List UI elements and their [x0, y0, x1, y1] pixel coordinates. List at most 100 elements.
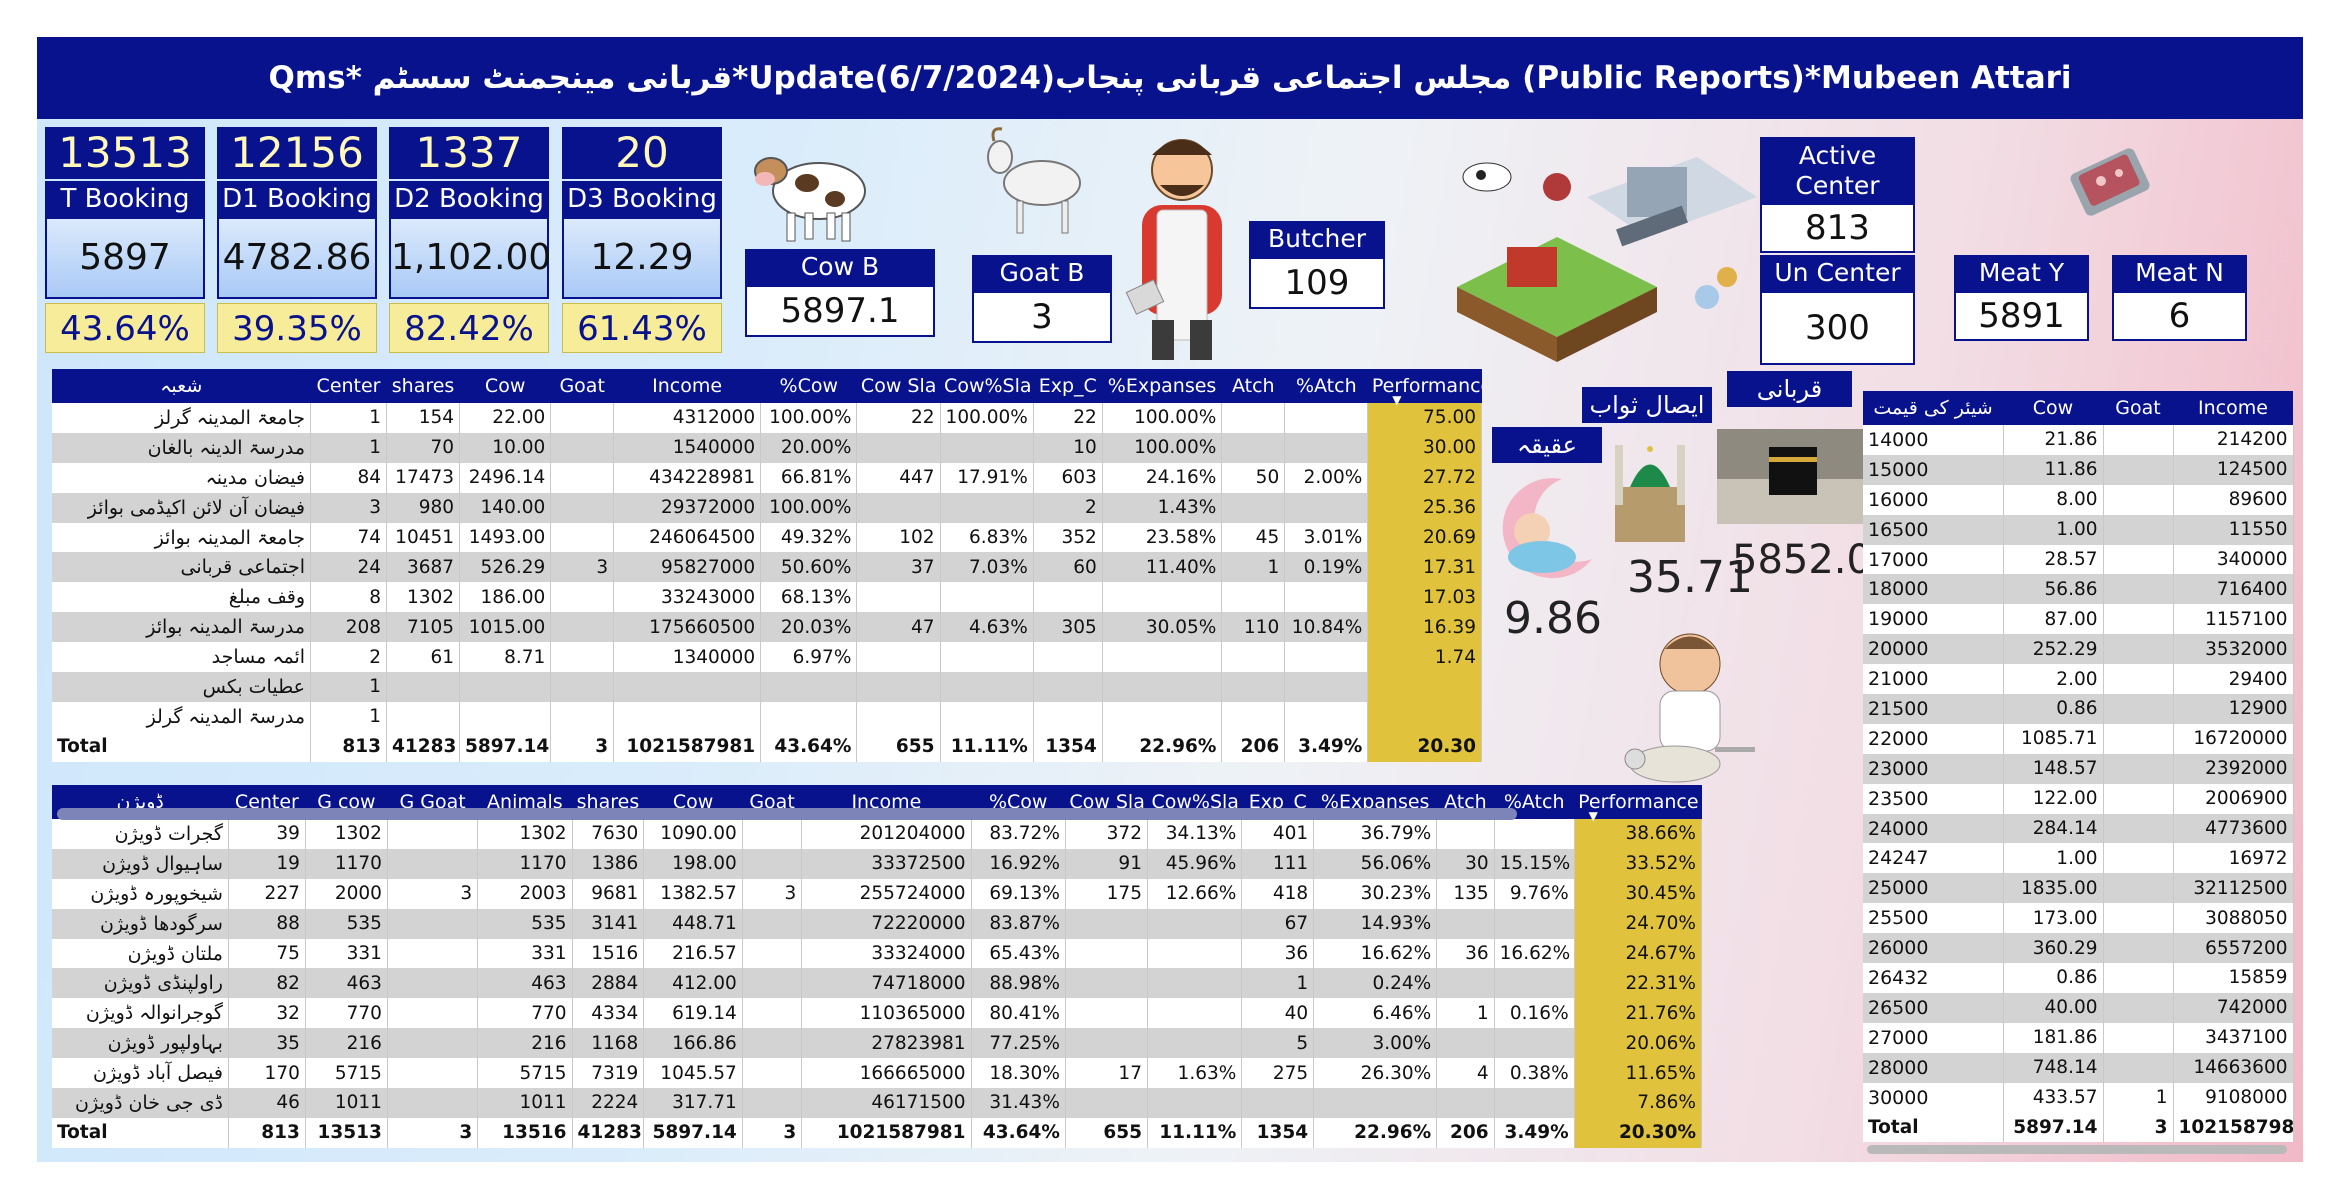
- table-cell: [742, 938, 803, 969]
- table-row[interactable]: 30000 433.57 1 9108000: [1863, 1082, 2294, 1113]
- table-row[interactable]: گوجرانوالہ ڈویژن 32 770 770 4334 619.14 110365…: [52, 998, 1703, 1029]
- table-row[interactable]: 26500 40.00 742000: [1863, 992, 2294, 1023]
- table-cell: 22.00: [459, 403, 552, 433]
- total-row[interactable]: Total 5897.14 3 102158798: [1863, 1112, 2294, 1143]
- cow-b-value: 5897.1: [745, 285, 935, 337]
- table-row[interactable]: 24000 284.14 4773600: [1863, 813, 2294, 844]
- table-row[interactable]: وقف مبلغ 8 1302 186.00 33243000 68.13% 17.03: [52, 582, 1482, 613]
- total-row[interactable]: Total 813 41283 5897.14 3 1021587981 43.64% 655…: [52, 731, 1482, 762]
- table-cell: [742, 1028, 803, 1059]
- row-label-cell: Total: [1863, 1112, 2004, 1143]
- table-row[interactable]: 23500 122.00 2006900: [1863, 783, 2294, 814]
- table-cell: 20.06%: [1574, 1028, 1703, 1059]
- table-row[interactable]: راولپنڈی ڈویژن 82 463 463 2884 412.00 74718000…: [52, 968, 1703, 999]
- column-header[interactable]: Atch: [1221, 369, 1285, 403]
- column-header[interactable]: Cow Sla: [856, 369, 941, 403]
- column-header[interactable]: %Cow: [760, 369, 857, 403]
- column-header[interactable]: Exp_C: [1033, 369, 1103, 403]
- table-row[interactable]: 14000 21.86 214200: [1863, 425, 2294, 455]
- table-row[interactable]: 21000 2.00 29400: [1863, 664, 2294, 695]
- table-row[interactable]: 26000 360.29 6557200: [1863, 933, 2294, 964]
- table-row[interactable]: ائمہ مساجد 2 61 8.71 1340000 6.97% 1.74: [52, 642, 1482, 673]
- table-cell: 33243000: [613, 582, 762, 613]
- table-row[interactable]: 16500 1.00 11550: [1863, 514, 2294, 545]
- column-header[interactable]: Goat: [550, 369, 614, 403]
- table-cell: [1494, 1028, 1575, 1059]
- table-row[interactable]: عطیات بکس 1: [52, 672, 1482, 702]
- column-header[interactable]: Cow: [459, 369, 551, 403]
- table-cell: 770: [477, 998, 573, 1029]
- table-row[interactable]: 23000 148.57 2392000: [1863, 753, 2294, 784]
- table-row[interactable]: ڈی جی خان ڈویژن 46 1011 1011 2224 317.71 46171…: [52, 1088, 1703, 1118]
- column-header[interactable]: %Atch: [1284, 369, 1368, 403]
- table-cell: 46171500: [801, 1088, 972, 1118]
- table-row[interactable]: شیخوپورہ ڈویژن 227 2000 3 2003 9681 1382.57 3 25…: [52, 878, 1703, 909]
- horizontal-scrollbar[interactable]: [1867, 1145, 2287, 1154]
- table-row[interactable]: 19000 87.00 1157100: [1863, 604, 2294, 635]
- sort-desc-icon: ▼: [1392, 393, 1402, 407]
- table-row[interactable]: سرگودھا ڈویژن 88 535 535 3141 448.71 72220000 8…: [52, 908, 1703, 939]
- table-row[interactable]: جامعۃ المدینہ بوائز 74 10451 1493.00 2460645…: [52, 522, 1482, 553]
- table-cell: 2392000: [2173, 753, 2294, 784]
- horizontal-scrollbar[interactable]: [57, 808, 1517, 820]
- column-header[interactable]: Center: [310, 369, 387, 403]
- table-row[interactable]: 20000 252.29 3532000: [1863, 634, 2294, 665]
- column-header[interactable]: Income: [2173, 391, 2293, 425]
- column-header[interactable]: Income: [613, 369, 761, 403]
- table-cell: 748.14: [2003, 1052, 2104, 1083]
- table-row[interactable]: 26432 0.86 15859: [1863, 963, 2294, 993]
- table-row[interactable]: 18000 56.86 716400: [1863, 574, 2294, 605]
- table-cell: 1354: [1033, 731, 1103, 762]
- table-row[interactable]: 16000 8.00 89600: [1863, 484, 2294, 515]
- table-row[interactable]: 27000 181.86 3437100: [1863, 1022, 2294, 1053]
- column-header[interactable]: شعبہ: [52, 369, 311, 403]
- performance-column-header[interactable]: Performance ▼: [1574, 785, 1702, 823]
- column-header[interactable]: Cow%Sla: [940, 369, 1034, 403]
- table-cell: 16.62%: [1494, 938, 1575, 969]
- table-row[interactable]: فیصل آباد ڈویژن 170 5715 5715 7319 1045.57 166…: [52, 1058, 1703, 1089]
- table-row[interactable]: 17000 28.57 340000: [1863, 544, 2294, 575]
- row-label-cell: ڈی جی خان ڈویژن: [52, 1088, 229, 1118]
- table-row[interactable]: ساہیوال ڈویژن 19 1170 1170 1386 198.00 3337250…: [52, 848, 1703, 879]
- table-row[interactable]: گجرات ڈویژن 39 1302 1302 7630 1090.00 20120400…: [52, 819, 1703, 849]
- table-row[interactable]: مدرسۃ المدینہ بوائز 208 7105 1015.00 1756605…: [52, 612, 1482, 643]
- table-row[interactable]: اجتماعی قربانی 24 3687 526.29 3 95827000 50.60…: [52, 552, 1482, 583]
- column-header[interactable]: Cow: [2003, 391, 2103, 425]
- table-cell: 14663600: [2173, 1052, 2294, 1083]
- table-cell: [1033, 701, 1103, 732]
- column-header[interactable]: shares: [386, 369, 460, 403]
- table-cell: [2103, 963, 2174, 993]
- d3-booking-number: 20: [562, 127, 722, 179]
- table-row[interactable]: 22000 1085.71 16720000: [1863, 723, 2294, 754]
- table-row[interactable]: 21500 0.86 12900: [1863, 694, 2294, 724]
- table-cell: 7630: [572, 819, 645, 849]
- table-cell: 5897.14: [459, 731, 552, 762]
- table-row[interactable]: فیضان مدینہ 84 17473 2496.14 434228981 66.81%…: [52, 462, 1482, 493]
- row-label-cell: سرگودھا ڈویژن: [52, 908, 229, 939]
- table-row[interactable]: 28000 748.14 14663600: [1863, 1052, 2294, 1083]
- table-row[interactable]: بہاولپور ڈویژن 35 216 216 1168 166.86 27823981…: [52, 1028, 1703, 1059]
- column-header[interactable]: Goat: [2103, 391, 2173, 425]
- performance-column-header[interactable]: Performance ▼: [1367, 369, 1482, 407]
- column-header[interactable]: شیئر کی قیمت: [1863, 391, 2003, 425]
- table-row[interactable]: مدرسۃ الدینہ بالغان 1 70 10.00 1540000 20.00%…: [52, 432, 1482, 463]
- table-row[interactable]: مدرسۃ المدینہ گرلز 1: [52, 701, 1482, 732]
- table-cell: [856, 642, 941, 673]
- table-row[interactable]: 25500 173.00 3088050: [1863, 903, 2294, 934]
- table-cell: [2103, 544, 2174, 575]
- table-row[interactable]: 15000 11.86 124500: [1863, 454, 2294, 485]
- table-row[interactable]: جامعۃ المدینہ گرلز 1 154 22.00 4312000 100.00…: [52, 403, 1482, 433]
- table-row[interactable]: 25000 1835.00 32112500: [1863, 873, 2294, 904]
- row-label-cell: 24247: [1863, 843, 2004, 874]
- table-row[interactable]: فیضان آن لائن اکیڈمی بوائز 3 980 140.00 2937…: [52, 492, 1482, 523]
- table-cell: 1045.57: [643, 1058, 743, 1089]
- table-cell: 37: [856, 552, 941, 583]
- table-cell: 11.11%: [940, 731, 1034, 762]
- table-cell: 246064500: [613, 522, 762, 553]
- column-header[interactable]: %Expanses: [1102, 369, 1222, 403]
- table-row[interactable]: ملتان ڈویژن 75 331 331 1516 216.57 33324000 65.…: [52, 938, 1703, 969]
- table-cell: 50: [1221, 462, 1286, 493]
- table-cell: 41283: [572, 1117, 645, 1148]
- total-row[interactable]: Total 813 13513 3 13516 41283 5897.14 3 10215879…: [52, 1117, 1703, 1148]
- table-row[interactable]: 24247 1.00 16972: [1863, 843, 2294, 874]
